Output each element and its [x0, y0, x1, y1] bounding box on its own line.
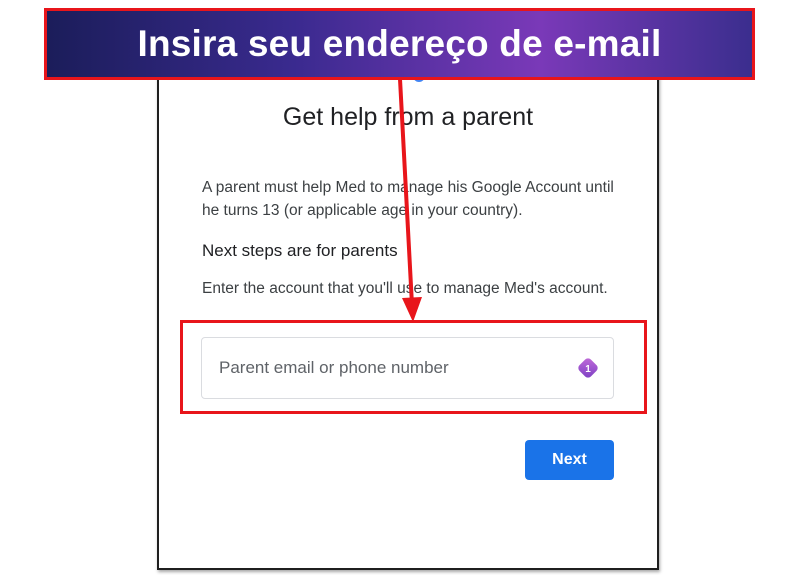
instruction-banner-text: Insira seu endereço de e-mail — [137, 23, 662, 64]
instruction-banner: Insira seu endereço de e-mail — [44, 8, 755, 80]
instruction-text: Enter the account that you'll use to man… — [202, 280, 608, 297]
next-button[interactable]: Next — [525, 440, 614, 480]
page-title: Get help from a parent — [282, 103, 534, 131]
dialog-description: A parent must help Med to manage his Goo… — [202, 179, 614, 219]
next-steps-heading: Next steps are for parents — [202, 241, 398, 260]
input-highlight-box — [180, 320, 647, 414]
